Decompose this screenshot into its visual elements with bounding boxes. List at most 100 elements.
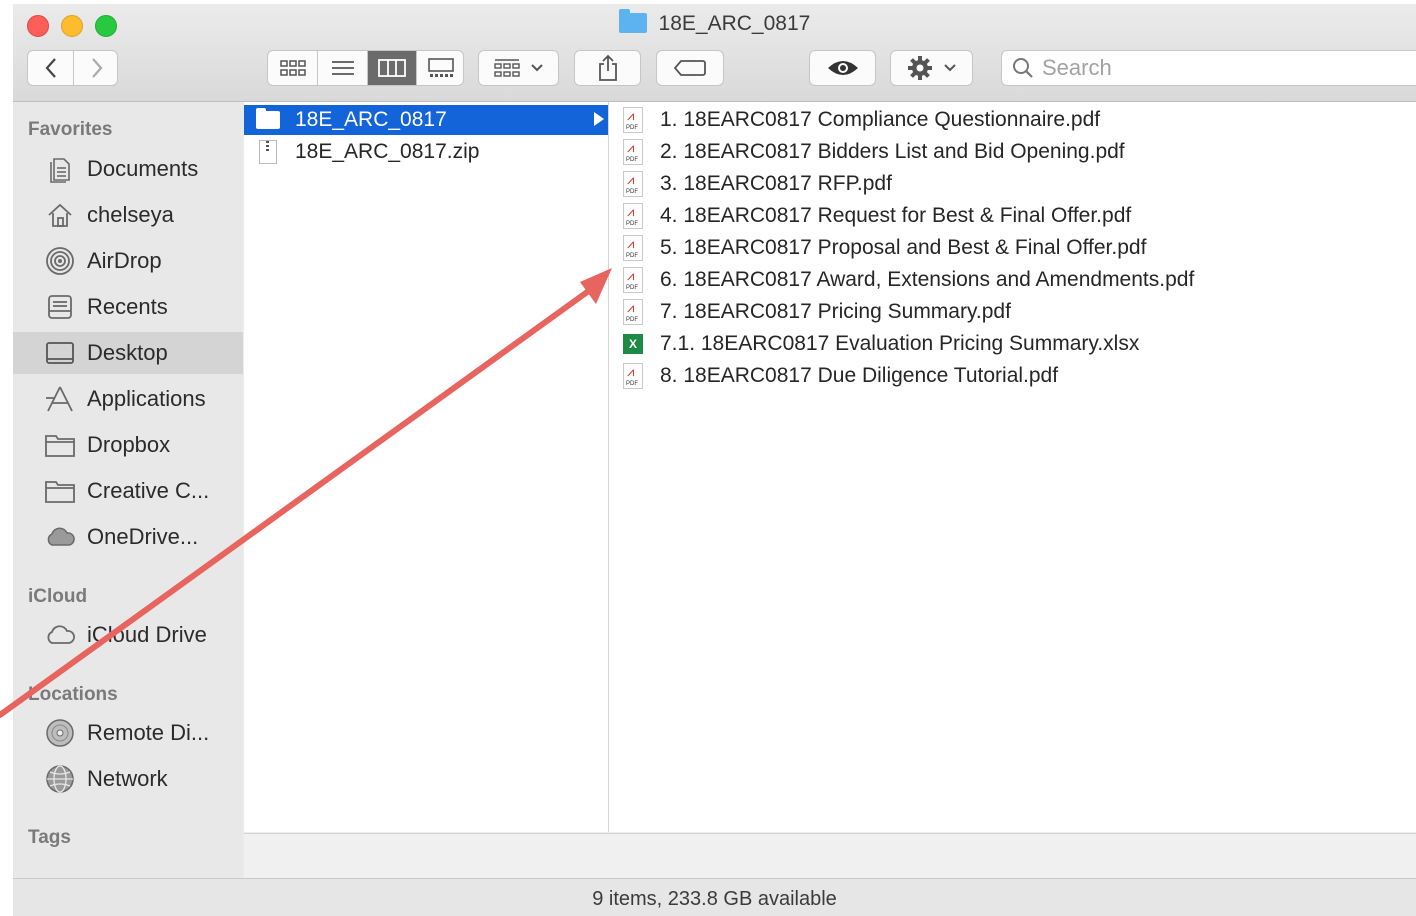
pdf-icon: ⩘ — [621, 267, 645, 293]
gallery-view-button[interactable] — [417, 51, 463, 85]
sidebar-section-icloud: iCloud — [28, 586, 88, 607]
share-button[interactable] — [574, 50, 641, 86]
airdrop-icon — [43, 247, 77, 275]
list-item-zip[interactable]: 18E_ARC_0817.zip — [244, 137, 608, 167]
sidebar-item-chelseya[interactable]: chelseya — [13, 194, 243, 236]
sidebar-item-label: Documents — [87, 156, 199, 181]
column-view-button[interactable] — [368, 51, 416, 85]
excel-icon: X — [621, 331, 645, 357]
group-by-button[interactable] — [478, 50, 559, 86]
edit-tags-button[interactable] — [656, 50, 724, 86]
cloud-icon — [43, 523, 77, 551]
column-view-icon — [378, 59, 406, 77]
folder-icon — [618, 9, 647, 33]
chevron-down-icon — [530, 64, 543, 72]
sidebar-section-favorites: Favorites — [28, 119, 113, 140]
recents-icon — [43, 293, 77, 321]
pdf-icon: ⩘ — [621, 203, 645, 229]
quick-look-button[interactable] — [809, 50, 876, 86]
item-name: 2. 18EARC0817 Bidders List and Bid Openi… — [660, 140, 1125, 163]
list-item-folder-18e-arc-0817[interactable]: 18E_ARC_0817 — [244, 105, 608, 135]
sidebar-item-label: Remote Di... — [87, 720, 210, 745]
list-item[interactable]: ⩘ 4. 18EARC0817 Request for Best & Final… — [609, 201, 1131, 231]
network-icon — [43, 765, 77, 793]
item-name: 4. 18EARC0817 Request for Best & Final O… — [660, 204, 1132, 227]
folder-icon — [43, 431, 77, 459]
window-title-area: 18E_ARC_0817 — [13, 9, 1416, 36]
sidebar-item-label: chelseya — [87, 202, 174, 227]
list-item[interactable]: ⩘ 1. 18EARC0817 Compliance Questionnaire… — [609, 105, 1100, 135]
back-button[interactable] — [28, 51, 73, 85]
folder-icon — [256, 107, 280, 133]
sidebar-item-applications[interactable]: Applications — [13, 378, 243, 420]
list-item[interactable]: X 7.1. 18EARC0817 Evaluation Pricing Sum… — [609, 329, 1139, 359]
pdf-icon: ⩘ — [621, 363, 645, 389]
sidebar-item-remote-disc[interactable]: Remote Di... — [13, 712, 243, 754]
sidebar-item-recents[interactable]: Recents — [13, 286, 243, 328]
sidebar-item-label: Desktop — [87, 340, 168, 365]
pdf-icon: ⩘ — [621, 235, 645, 261]
sidebar-item-onedrive[interactable]: OneDrive... — [13, 516, 243, 558]
action-menu-button[interactable] — [890, 50, 973, 86]
sidebar-section-locations: Locations — [28, 684, 118, 705]
sidebar-item-label: Network — [87, 766, 168, 791]
toolbar: 18E_ARC_0817 — [13, 4, 1416, 102]
group-icon — [493, 59, 520, 77]
sidebar-item-network[interactable]: Network — [13, 758, 243, 800]
sidebar-item-label: OneDrive... — [87, 524, 199, 549]
chevron-down-icon — [943, 64, 956, 72]
search-icon — [1013, 58, 1033, 78]
tag-icon — [673, 60, 706, 76]
forward-button[interactable] — [74, 51, 119, 85]
disclosure-arrow-icon — [594, 112, 604, 126]
gear-icon — [907, 56, 932, 80]
cloud-icon — [43, 621, 77, 649]
search-input[interactable] — [1040, 54, 1404, 82]
sidebar-item-label: Recents — [87, 294, 168, 319]
share-icon — [598, 54, 617, 81]
icon-view-icon — [279, 60, 306, 76]
list-item[interactable]: ⩘ 3. 18EARC0817 RFP.pdf — [609, 169, 892, 199]
item-name: 18E_ARC_0817 — [295, 108, 447, 131]
sidebar-item-label: Applications — [87, 386, 206, 411]
chevron-left-icon — [45, 58, 56, 78]
pdf-icon: ⩘ — [621, 171, 645, 197]
search-field[interactable] — [1001, 50, 1416, 86]
sidebar-section-tags: Tags — [28, 827, 71, 848]
list-item[interactable]: ⩘ 5. 18EARC0817 Proposal and Best & Fina… — [609, 233, 1146, 263]
sidebar-item-documents[interactable]: Documents — [13, 148, 243, 190]
pdf-icon: ⩘ — [621, 107, 645, 133]
sidebar-item-creative-cloud[interactable]: Creative C... — [13, 470, 243, 512]
pdf-icon: ⩘ — [621, 139, 645, 165]
item-name: 18E_ARC_0817.zip — [295, 140, 480, 163]
gallery-view-icon — [428, 58, 454, 77]
sidebar-item-dropbox[interactable]: Dropbox — [13, 424, 243, 466]
list-item[interactable]: ⩘ 7. 18EARC0817 Pricing Summary.pdf — [609, 297, 1011, 327]
list-item[interactable]: ⩘ 6. 18EARC0817 Award, Extensions and Am… — [609, 265, 1194, 295]
documents-icon — [43, 155, 77, 183]
status-bar: 9 items, 233.8 GB available — [13, 878, 1416, 916]
column-browser-2: ⩘ 1. 18EARC0817 Compliance Questionnaire… — [609, 102, 1416, 832]
item-name: 6. 18EARC0817 Award, Extensions and Amen… — [660, 268, 1195, 291]
sidebar-item-label: Dropbox — [87, 432, 171, 457]
item-name: 8. 18EARC0817 Due Diligence Tutorial.pdf — [660, 364, 1059, 387]
list-item[interactable]: ⩘ 8. 18EARC0817 Due Diligence Tutorial.p… — [609, 361, 1058, 391]
sidebar-item-desktop[interactable]: Desktop — [13, 332, 243, 374]
item-name: 1. 18EARC0817 Compliance Questionnaire.p… — [660, 108, 1101, 131]
folder-icon — [43, 477, 77, 505]
sidebar-item-airdrop[interactable]: AirDrop — [13, 240, 243, 282]
view-mode-control — [267, 50, 464, 86]
item-name: 5. 18EARC0817 Proposal and Best & Final … — [660, 236, 1147, 259]
sidebar-item-label: iCloud Drive — [87, 622, 207, 647]
sidebar-item-icloud-drive[interactable]: iCloud Drive — [13, 614, 243, 656]
back-forward-control — [27, 50, 118, 86]
item-name: 7. 18EARC0817 Pricing Summary.pdf — [660, 300, 1011, 323]
sidebar-item-label: Creative C... — [87, 478, 210, 503]
list-item[interactable]: ⩘ 2. 18EARC0817 Bidders List and Bid Ope… — [609, 137, 1125, 167]
desktop-icon — [43, 339, 77, 367]
item-name: 7.1. 18EARC0817 Evaluation Pricing Summa… — [660, 332, 1140, 355]
icon-view-button[interactable] — [268, 51, 317, 85]
list-view-button[interactable] — [318, 51, 367, 85]
window-title: 18E_ARC_0817 — [658, 12, 811, 35]
zip-file-icon — [256, 139, 280, 165]
